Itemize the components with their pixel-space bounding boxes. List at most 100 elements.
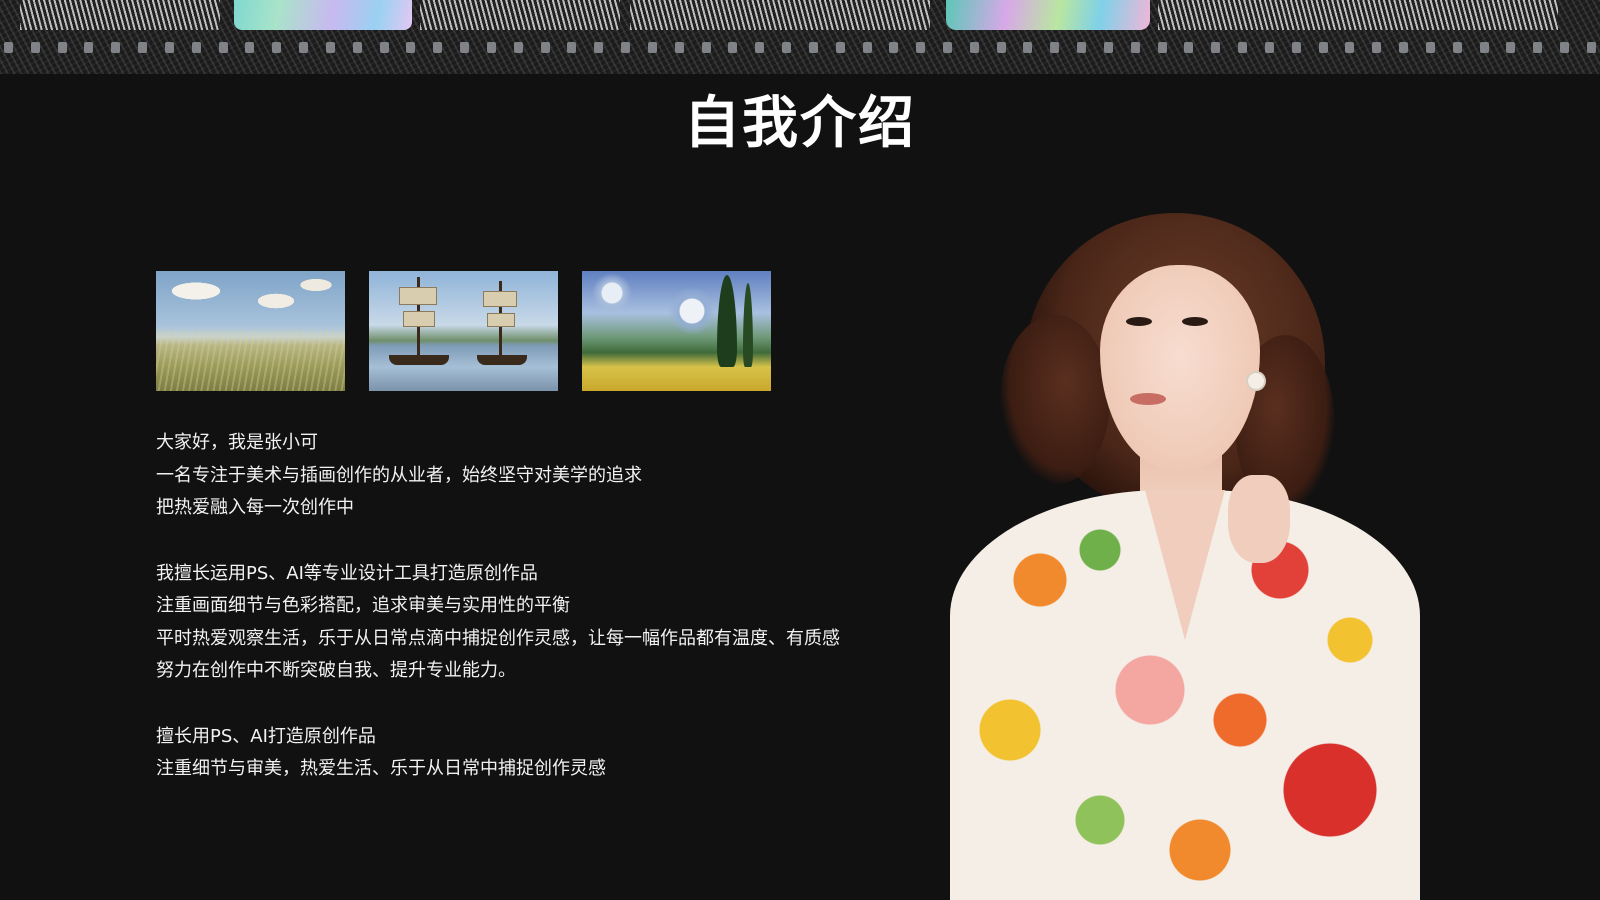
sprocket-hole (1479, 41, 1489, 53)
cypress-tree (717, 275, 737, 367)
sprocket-hole (647, 41, 657, 53)
etched-frame (420, 0, 620, 30)
sprocket-hole (191, 41, 201, 53)
sprocket-hole (969, 41, 979, 53)
sprocket-hole (1560, 41, 1570, 53)
sprocket-hole (916, 41, 926, 53)
sprocket-hole (1184, 41, 1194, 53)
sprocket-hole (540, 41, 550, 53)
ship-sail (487, 313, 515, 327)
painting-meadow-thumbnail[interactable] (156, 271, 345, 391)
bio-line: 平时热爱观察生活，乐于从日常点滴中捕捉创作灵感，让每一幅作品都有温度、有质感 (156, 627, 840, 649)
bio-line: 擅长用PS、AI打造原创作品 (156, 725, 376, 747)
hand (1228, 475, 1290, 563)
sprocket-hole (1399, 41, 1409, 53)
sprocket-hole (433, 41, 443, 53)
sprocket-hole (84, 41, 94, 53)
sprocket-hole (4, 41, 13, 53)
sprocket-hole (621, 41, 631, 53)
sprocket-hole (1238, 41, 1248, 53)
bio-line: 注重细节与审美，热爱生活、乐于从日常中捕捉创作灵感 (156, 758, 606, 779)
sprocket-hole (808, 41, 818, 53)
sprocket-hole (835, 41, 845, 53)
sprocket-hole (1345, 41, 1355, 53)
sprocket-hole (728, 41, 738, 53)
film-sprockets (0, 36, 1600, 58)
ship-hull (477, 355, 527, 365)
sprocket-hole (30, 41, 40, 53)
sprocket-hole (1023, 41, 1033, 53)
sprocket-hole (1318, 41, 1328, 53)
page-title: 自我介绍 (684, 91, 916, 156)
earring (1248, 373, 1264, 389)
painting-ships-thumbnail[interactable] (369, 271, 558, 391)
sprocket-hole (138, 41, 148, 53)
sprocket-hole (486, 41, 496, 53)
sprocket-hole (1077, 41, 1087, 53)
etched-frame (1158, 0, 1558, 30)
etched-frame (20, 0, 220, 30)
eye (1182, 317, 1208, 326)
bio-line: 把热爱融入每一次创作中 (156, 497, 354, 518)
artwork-thumbnails (156, 271, 771, 391)
sprocket-hole (1103, 41, 1113, 53)
sprocket-hole (406, 41, 416, 53)
sprocket-hole (325, 41, 335, 53)
sprocket-hole (57, 41, 67, 53)
sprocket-hole (1372, 41, 1382, 53)
sprocket-hole (513, 41, 523, 53)
sprocket-hole (1586, 41, 1596, 53)
sprocket-hole (460, 41, 470, 53)
bio-paragraph-1: 大家好，我是张小可 一名专注于美术与插画创作的从业者，始终坚守对美学的追求 把热… (156, 427, 946, 525)
sprocket-hole (164, 41, 174, 53)
sprocket-hole (245, 41, 255, 53)
sprocket-hole (1291, 41, 1301, 53)
holographic-frame (946, 0, 1150, 30)
film-strip-banner (0, 0, 1600, 74)
sprocket-hole (674, 41, 684, 53)
portrait-photo (950, 205, 1450, 900)
ship-hull (389, 355, 449, 365)
sprocket-hole (1211, 41, 1221, 53)
sprocket-hole (379, 41, 389, 53)
bio-paragraph-2: 我擅长运用PS、AI等专业设计工具打造原创作品 注重画面细节与色彩搭配，追求审美… (156, 558, 946, 688)
eye (1126, 317, 1152, 326)
lips (1130, 393, 1166, 405)
sprocket-hole (352, 41, 362, 53)
sprocket-hole (1050, 41, 1060, 53)
sprocket-hole (1452, 41, 1462, 53)
sprocket-hole (1264, 41, 1274, 53)
cypress-tree (743, 283, 753, 367)
ship-sail (403, 311, 435, 327)
sprocket-hole (755, 41, 765, 53)
sprocket-hole (1506, 41, 1516, 53)
bio-line: 努力在创作中不断突破自我、提升专业能力。 (156, 660, 516, 681)
sprocket-hole (862, 41, 872, 53)
sprocket-hole (111, 41, 121, 53)
sprocket-hole (1157, 41, 1167, 53)
sprocket-hole (996, 41, 1006, 53)
sprocket-hole (1533, 41, 1543, 53)
bio-paragraph-3: 擅长用PS、AI打造原创作品 注重细节与审美，热爱生活、乐于从日常中捕捉创作灵感 (156, 721, 946, 786)
sprocket-hole (218, 41, 228, 53)
sprocket-hole (782, 41, 792, 53)
bio-section: 大家好，我是张小可 一名专注于美术与插画创作的从业者，始终坚守对美学的追求 把热… (156, 427, 946, 786)
sprocket-hole (272, 41, 282, 53)
bio-line: 一名专注于美术与插画创作的从业者，始终坚守对美学的追求 (156, 464, 642, 486)
painting-wheatfield-thumbnail[interactable] (582, 271, 771, 391)
hair (1000, 315, 1110, 485)
sprocket-hole (942, 41, 952, 53)
sprocket-hole (1425, 41, 1435, 53)
etched-frame (630, 0, 930, 30)
dress-neckline (1145, 490, 1225, 640)
film-frames (0, 0, 1600, 30)
sprocket-hole (701, 41, 711, 53)
bio-line: 我擅长运用PS、AI等专业设计工具打造原创作品 (156, 562, 538, 584)
sprocket-hole (299, 41, 309, 53)
sprocket-hole (1130, 41, 1140, 53)
bio-line: 注重画面细节与色彩搭配，追求审美与实用性的平衡 (156, 595, 570, 616)
holographic-frame (234, 0, 412, 30)
bio-line: 大家好，我是张小可 (156, 432, 318, 453)
